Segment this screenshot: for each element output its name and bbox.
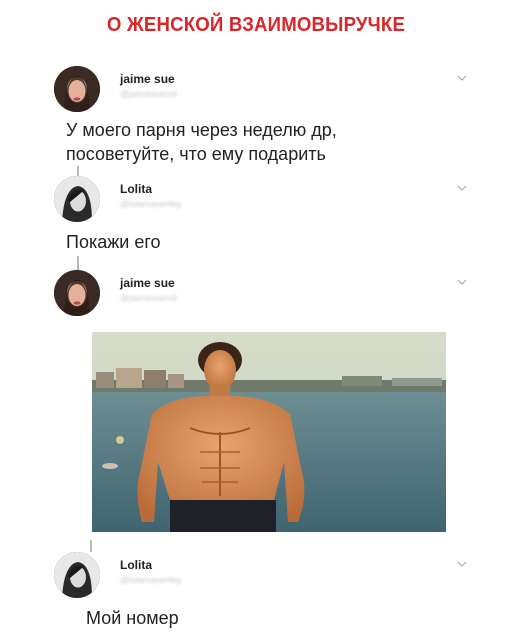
tweet-text-line: посоветуйте, что ему подарить bbox=[66, 144, 326, 164]
thread-line bbox=[77, 256, 79, 270]
avatar[interactable] bbox=[54, 176, 100, 222]
username[interactable]: Lolita bbox=[120, 558, 152, 572]
user-handle: @jaimesuemil bbox=[120, 89, 177, 99]
tweet-header: jaime sue @jaimesuemil bbox=[54, 66, 474, 114]
avatar[interactable] bbox=[54, 66, 100, 112]
avatar[interactable] bbox=[54, 270, 100, 316]
tweet-text: Покажи его bbox=[66, 232, 161, 252]
tweet-header: jaime sue @jaimesuemil bbox=[54, 270, 474, 318]
chevron-down-icon[interactable] bbox=[456, 182, 468, 194]
user-handle: @lolamaserlley bbox=[120, 575, 182, 585]
page-title: О ЖЕНСКОЙ ВЗАИМОВЫРУЧКЕ bbox=[106, 14, 406, 36]
tweet-header: Lolita @lolamaserlley bbox=[54, 552, 474, 600]
chevron-down-icon[interactable] bbox=[456, 558, 468, 570]
thread-line bbox=[90, 540, 92, 552]
tweet-text: У моего парня через неделю др, посоветуй… bbox=[66, 118, 337, 166]
thread-line bbox=[77, 166, 79, 176]
user-handle: @lolamaserlley bbox=[120, 199, 182, 209]
attached-photo[interactable] bbox=[92, 332, 446, 532]
chevron-down-icon[interactable] bbox=[456, 72, 468, 84]
username[interactable]: Lolita bbox=[120, 182, 152, 196]
user-handle: @jaimesuemil bbox=[120, 293, 177, 303]
tweet-header: Lolita @lolamaserlley bbox=[54, 176, 474, 224]
username[interactable]: jaime sue bbox=[120, 276, 175, 290]
avatar[interactable] bbox=[54, 552, 100, 598]
tweet-text-line: У моего парня через неделю др, bbox=[66, 120, 337, 140]
chevron-down-icon[interactable] bbox=[456, 276, 468, 288]
username[interactable]: jaime sue bbox=[120, 72, 175, 86]
tweet-text: Мой номер bbox=[86, 608, 179, 628]
